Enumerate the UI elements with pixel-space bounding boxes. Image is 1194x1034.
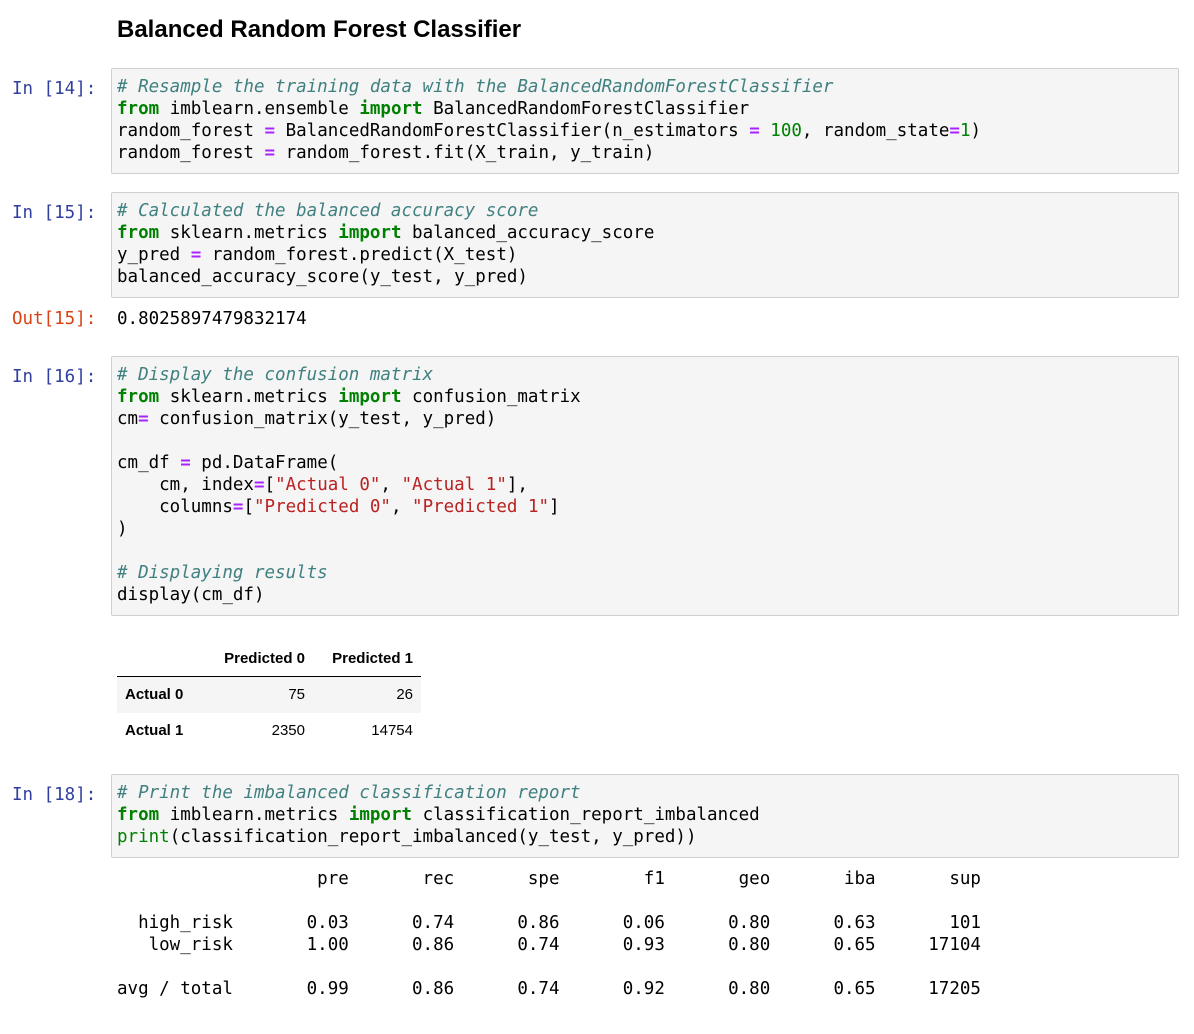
code-line: ) [117, 519, 128, 539]
report-line: high_risk 0.03 0.74 0.86 0.06 0.80 0.63 … [117, 913, 981, 933]
code-line: random_forest = random_forest.fit(X_trai… [117, 143, 655, 163]
column-header: Predicted 1 [313, 640, 421, 677]
code-line: from sklearn.metrics import confusion_ma… [117, 387, 581, 407]
code-line: print(classification_report_imbalanced(y… [117, 827, 697, 847]
code-line: y_pred = random_forest.predict(X_test) [117, 245, 518, 265]
code-block-15[interactable]: # Calculated the balanced accuracy score… [112, 193, 1178, 288]
code-line: cm, index=["Actual 0", "Actual 1"], [117, 475, 528, 495]
input-prompt-14: In [14]: [12, 79, 97, 99]
table-cell: 75 [288, 686, 305, 704]
report-line: avg / total 0.99 0.86 0.74 0.92 0.80 0.6… [117, 979, 981, 999]
code-line: # Resample the training data with the Ba… [117, 77, 834, 97]
code-line: from sklearn.metrics import balanced_acc… [117, 223, 655, 243]
code-line: display(cm_df) [117, 585, 265, 605]
code-line: # Calculated the balanced accuracy score [117, 201, 539, 221]
code-block-16[interactable]: # Display the confusion matrix from skle… [112, 357, 1178, 606]
code-line: # Print the imbalanced classification re… [117, 783, 581, 803]
code-cell-14[interactable]: # Resample the training data with the Ba… [111, 68, 1179, 174]
input-prompt-16: In [16]: [12, 367, 97, 387]
table-cell: 26 [396, 686, 413, 704]
code-block-18[interactable]: # Print the imbalanced classification re… [112, 775, 1178, 848]
report-header: pre rec spe f1 geo iba sup [117, 869, 981, 889]
code-line: from imblearn.ensemble import BalancedRa… [117, 99, 750, 119]
column-header: Predicted 0 [205, 640, 313, 677]
code-line: columns=["Predicted 0", "Predicted 1"] [117, 497, 560, 517]
accuracy-output: 0.8025897479832174 [117, 309, 307, 329]
confusion-matrix-table: Predicted 0 Predicted 1 Actual 0 75 26 A… [117, 640, 421, 749]
code-line: random_forest = BalancedRandomForestClas… [117, 121, 982, 141]
code-line: # Display the confusion matrix [117, 365, 434, 385]
report-line: low_risk 1.00 0.86 0.74 0.93 0.80 0.65 1… [117, 935, 981, 955]
code-cell-15[interactable]: # Calculated the balanced accuracy score… [111, 192, 1179, 298]
classification-report-output: pre rec spe f1 geo iba sup high_risk 0.0… [117, 868, 981, 1000]
code-line: # Displaying results [117, 563, 328, 583]
code-line: cm= confusion_matrix(y_test, y_pred) [117, 409, 497, 429]
table-header-row: Predicted 0 Predicted 1 [117, 640, 421, 677]
code-cell-16[interactable]: # Display the confusion matrix from skle… [111, 356, 1179, 616]
code-line: balanced_accuracy_score(y_test, y_pred) [117, 267, 528, 287]
code-line: cm_df = pd.DataFrame( [117, 453, 339, 473]
table-cell: 14754 [371, 722, 413, 739]
row-label: Actual 0 [125, 686, 184, 704]
code-block-14[interactable]: # Resample the training data with the Ba… [112, 69, 1178, 164]
code-line: from imblearn.metrics import classificat… [117, 805, 760, 825]
row-label: Actual 1 [125, 722, 184, 739]
index-header [117, 640, 205, 677]
table-row: Actual 1 2350 14754 [117, 713, 421, 749]
input-prompt-15: In [15]: [12, 203, 97, 223]
section-heading: Balanced Random Forest Classifier [117, 16, 522, 43]
table-cell: 2350 [271, 722, 305, 739]
table-row: Actual 0 75 26 [117, 676, 421, 713]
output-prompt-15: Out[15]: [12, 309, 97, 329]
code-cell-18[interactable]: # Print the imbalanced classification re… [111, 774, 1179, 858]
input-prompt-18: In [18]: [12, 785, 97, 805]
